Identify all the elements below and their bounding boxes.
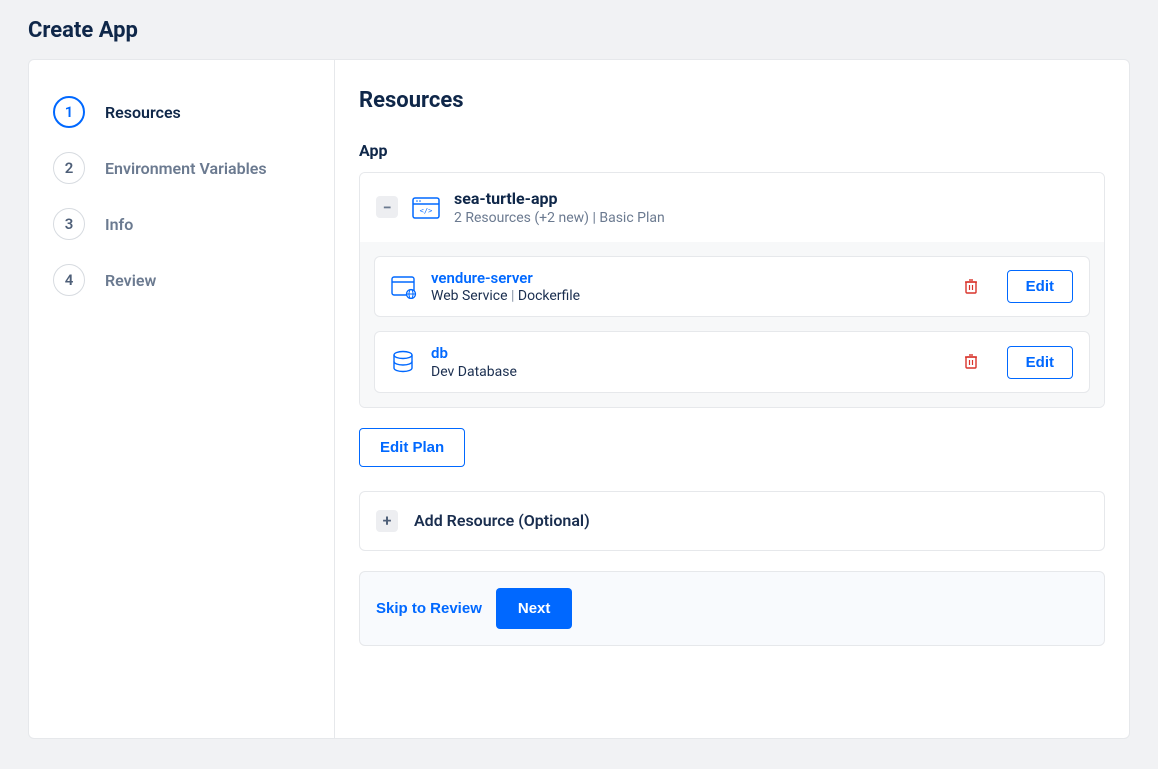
minus-icon: − bbox=[383, 198, 392, 217]
step-review[interactable]: 4 Review bbox=[29, 252, 334, 308]
step-number: 3 bbox=[53, 208, 85, 240]
app-name: sea-turtle-app bbox=[454, 189, 665, 210]
app-icon: </> bbox=[412, 195, 440, 219]
step-environment-variables[interactable]: 2 Environment Variables bbox=[29, 140, 334, 196]
app-header: − </> sea-turtle-app 2 Resources (+2 new… bbox=[360, 173, 1104, 242]
resource-meta: Dev Database bbox=[431, 364, 949, 380]
delete-button[interactable] bbox=[963, 278, 981, 296]
delete-button[interactable] bbox=[963, 353, 981, 371]
app-group: − </> sea-turtle-app 2 Resources (+2 new… bbox=[359, 172, 1105, 408]
page-title: Create App bbox=[28, 18, 1130, 43]
edit-button[interactable]: Edit bbox=[1007, 270, 1073, 303]
plus-icon: + bbox=[376, 510, 398, 532]
step-label: Resources bbox=[105, 103, 181, 122]
next-button[interactable]: Next bbox=[496, 588, 573, 629]
add-resource-panel[interactable]: + Add Resource (Optional) bbox=[359, 491, 1105, 551]
footer-panel: Skip to Review Next bbox=[359, 571, 1105, 646]
web-service-icon bbox=[391, 275, 417, 299]
step-label: Review bbox=[105, 271, 156, 290]
step-label: Environment Variables bbox=[105, 159, 267, 178]
wizard-card: 1 Resources 2 Environment Variables 3 In… bbox=[28, 59, 1130, 739]
skip-to-review-button[interactable]: Skip to Review bbox=[376, 590, 482, 627]
page-header: Create App bbox=[0, 0, 1158, 59]
collapse-button[interactable]: − bbox=[376, 196, 398, 218]
resource-name[interactable]: db bbox=[431, 344, 949, 364]
section-label: App bbox=[359, 141, 1105, 160]
resource-info: db Dev Database bbox=[431, 344, 949, 380]
database-icon bbox=[391, 350, 417, 374]
steps-sidebar: 1 Resources 2 Environment Variables 3 In… bbox=[29, 60, 335, 738]
resource-meta: Web Service | Dockerfile bbox=[431, 288, 949, 304]
resource-card-vendure-server: vendure-server Web Service | Dockerfile bbox=[374, 256, 1090, 318]
edit-plan-button[interactable]: Edit Plan bbox=[359, 428, 465, 467]
step-label: Info bbox=[105, 215, 133, 234]
resource-card-db: db Dev Database bbox=[374, 331, 1090, 393]
resource-name[interactable]: vendure-server bbox=[431, 269, 949, 289]
app-info: sea-turtle-app 2 Resources (+2 new) | Ba… bbox=[454, 189, 665, 226]
edit-button[interactable]: Edit bbox=[1007, 346, 1073, 379]
step-number: 2 bbox=[53, 152, 85, 184]
app-meta: 2 Resources (+2 new) | Basic Plan bbox=[454, 210, 665, 226]
resource-info: vendure-server Web Service | Dockerfile bbox=[431, 269, 949, 305]
step-info[interactable]: 3 Info bbox=[29, 196, 334, 252]
step-number: 4 bbox=[53, 264, 85, 296]
svg-text:</>: </> bbox=[420, 207, 433, 215]
resources-list: vendure-server Web Service | Dockerfile bbox=[360, 242, 1104, 407]
step-number: 1 bbox=[53, 96, 85, 128]
main-heading: Resources bbox=[359, 88, 1105, 113]
step-resources[interactable]: 1 Resources bbox=[29, 84, 334, 140]
main-content: Resources App − </> sea-turtle-a bbox=[335, 60, 1129, 738]
add-resource-label: Add Resource (Optional) bbox=[414, 511, 590, 530]
